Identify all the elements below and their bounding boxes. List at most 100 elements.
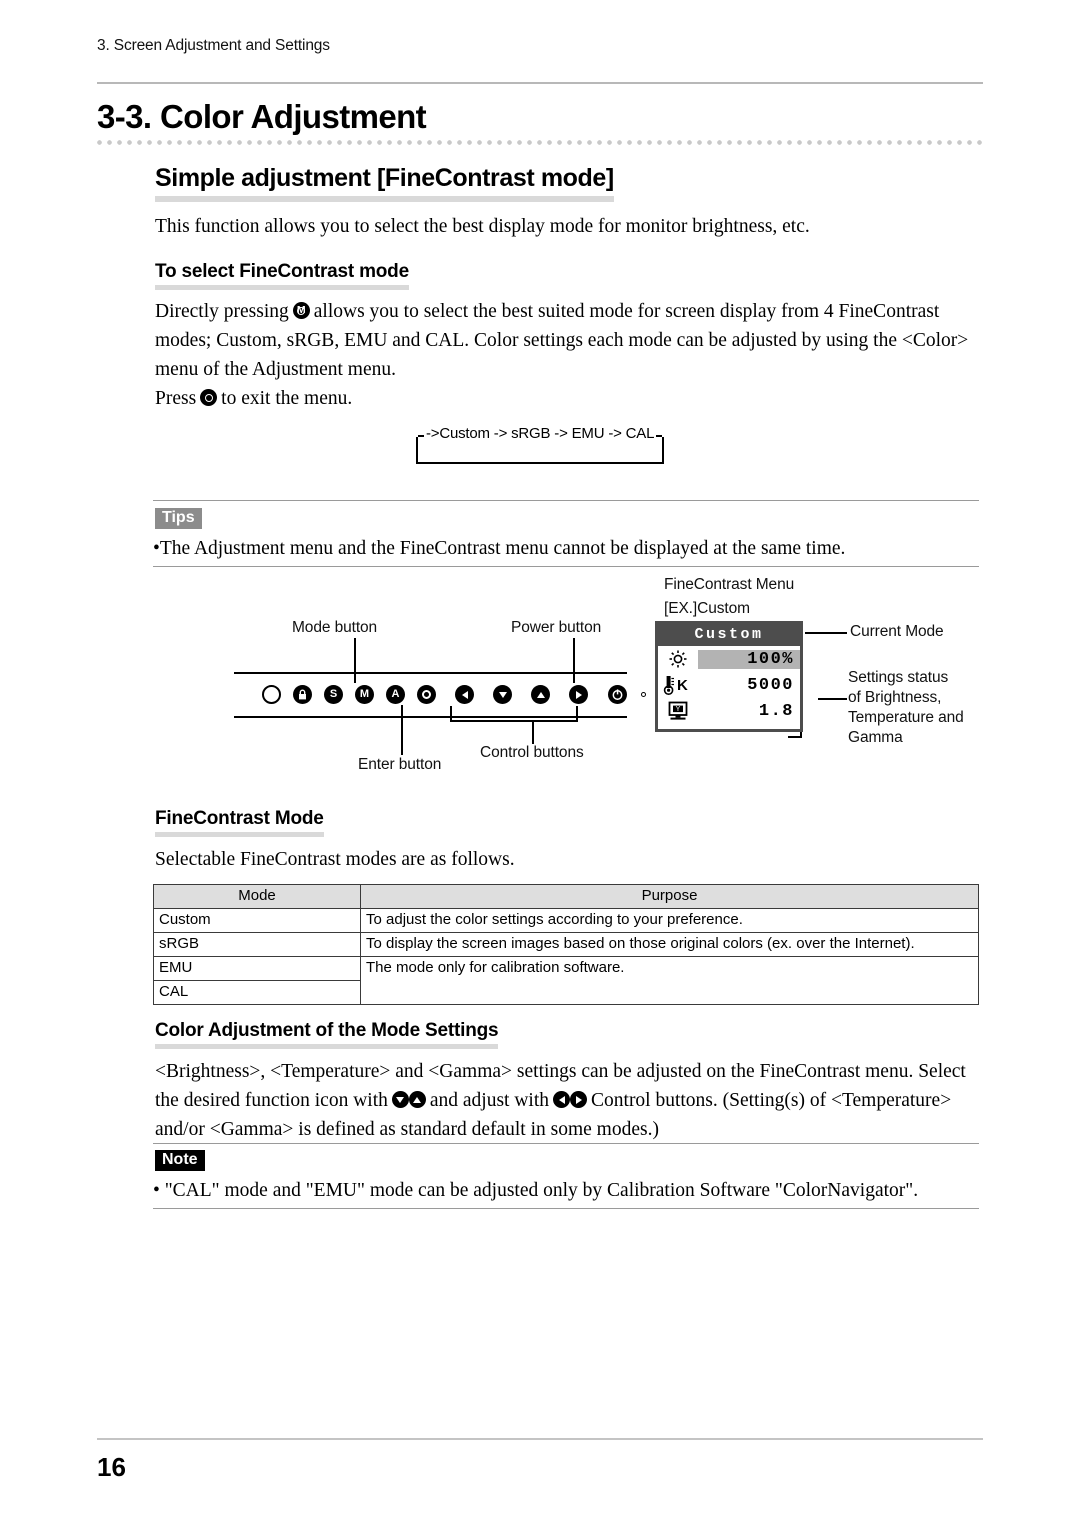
power-icon [612, 689, 623, 700]
left-arrow-icon [461, 690, 468, 699]
osd-settings-body: 100% K 5000 Y 1.8 [658, 646, 800, 729]
color-adjust-line-3: and/or <Gamma> is defined as standard de… [155, 1119, 659, 1140]
finecontrast-osd-menu: Custom 100% K 5000 Y 1.8 [655, 621, 803, 732]
power-led-indicator [641, 692, 646, 697]
section-intro-text: This function allows you to select the b… [155, 216, 810, 237]
osd-row-gamma: Y 1.8 [658, 698, 800, 724]
finecontrast-menu-label: FineContrast Menu [664, 576, 795, 593]
table-header-purpose: Purpose [360, 884, 979, 909]
color-adjust-line-2: the desired function icon with and adjust… [155, 1086, 987, 1115]
settings-status-line-2: of Brightness, [848, 689, 942, 706]
mode-cycle-loop-diagram: ->Custom -> sRGB -> EMU -> CAL [416, 425, 664, 464]
page-number: 16 [97, 1452, 126, 1482]
osd-row-brightness: 100% [658, 646, 800, 672]
settings-status-bracket-top [788, 660, 802, 662]
osd-temperature-value: 5000 [747, 675, 794, 695]
section-heading: Simple adjustment [FineContrast mode] [155, 164, 614, 202]
settings-status-leader-line [818, 698, 847, 700]
gamma-icon: Y [658, 700, 698, 722]
enter-button-leader-line [401, 705, 403, 755]
page-title: 3-3. Color Adjustment [97, 98, 427, 135]
select-mode-paragraph: Directly pressing Mallows you to select t… [155, 297, 985, 413]
note-badge: Note [155, 1150, 205, 1171]
running-header: 3. Screen Adjustment and Settings [97, 37, 330, 54]
footer-divider [97, 1438, 983, 1440]
color-adjust-line2-b: and adjust with [429, 1090, 550, 1111]
subheading-finecontrast-mode: FineContrast Mode [155, 808, 324, 837]
press-suffix: to exit the menu. [221, 388, 353, 409]
bezel-top-edge [234, 672, 627, 674]
power-button-leader-line [573, 638, 575, 683]
select-mode-line2: modes; Custom, sRGB, EMU and CAL. Color … [155, 330, 969, 351]
up-button[interactable] [531, 685, 550, 704]
right-button[interactable] [569, 685, 588, 704]
example-custom-label: [EX.]Custom [664, 600, 750, 617]
table-row: sRGB To display the screen images based … [153, 932, 979, 957]
osd-row-temperature: K 5000 [658, 672, 800, 698]
control-buttons-brace [450, 706, 578, 722]
mode-button-label: Mode button [292, 619, 378, 636]
subheading-select-finecontrast: To select FineContrast mode [155, 261, 409, 290]
osd-temperature-unit: K [677, 676, 688, 694]
tips-top-rule [153, 500, 979, 501]
document-page: 3. Screen Adjustment and Settings 3-3. C… [0, 0, 1080, 1527]
select-mode-line1-suffix: allows you to select the best suited mod… [313, 301, 940, 322]
finecontrast-mode-table: Mode Purpose Custom To adjust the color … [153, 884, 979, 1005]
header-divider [97, 82, 983, 84]
press-prefix: Press [155, 388, 197, 409]
enter-button[interactable] [417, 685, 436, 704]
signal-button[interactable]: S [324, 685, 343, 704]
power-button-label: Power button [511, 619, 602, 636]
down-button[interactable] [493, 685, 512, 704]
title-dotted-divider [97, 140, 983, 145]
left-button[interactable] [455, 685, 474, 704]
temperature-icon: K [658, 674, 702, 696]
mode-button-inline-icon: M [292, 302, 310, 319]
enter-button-inline-icon [200, 389, 218, 406]
left-button-inline-icon [553, 1091, 571, 1108]
tips-badge: Tips [155, 508, 202, 529]
osd-current-mode: Custom [694, 626, 764, 643]
table-cell-mode: EMU [153, 956, 361, 981]
table-row: EMU The mode only for calibration softwa… [153, 956, 979, 1005]
color-adjust-line2-c: Control buttons. (Setting(s) of <Tempera… [591, 1090, 952, 1111]
power-button[interactable] [608, 685, 627, 704]
mode-cycle-label: ->Custom -> sRGB -> EMU -> CAL [424, 425, 657, 442]
tips-bullet-text: •The Adjustment menu and the FineContras… [153, 538, 846, 559]
up-button-inline-icon [408, 1091, 426, 1108]
table-cell-mode: Custom [153, 908, 361, 933]
mode-button[interactable]: M [355, 685, 374, 704]
up-arrow-icon [536, 691, 545, 698]
down-arrow-icon [498, 691, 507, 698]
settings-status-line-3: Temperature and [848, 709, 964, 726]
lock-button[interactable] [293, 685, 312, 704]
enter-button-label: Enter button [358, 756, 442, 773]
select-mode-line4: Press to exit the menu. [155, 384, 985, 413]
table-cell-mode: sRGB [153, 932, 361, 957]
note-bullet-text: • "CAL" mode and "EMU" mode can be adjus… [153, 1180, 919, 1201]
note-bottom-rule [153, 1208, 979, 1209]
select-mode-line3: menu of the Adjustment menu. [155, 359, 397, 380]
svg-text:Y: Y [676, 706, 681, 713]
indicator-hollow-icon [262, 685, 281, 704]
auto-button[interactable]: A [386, 685, 405, 704]
table-cell-purpose-merged: The mode only for calibration software. [360, 956, 979, 1005]
bezel-bottom-edge [234, 716, 627, 718]
table-header-row: Mode Purpose [153, 884, 979, 909]
osd-brightness-value: 100% [698, 649, 800, 669]
note-top-rule [153, 1143, 979, 1144]
settings-status-bracket-bottom [788, 736, 802, 738]
table-header-mode: Mode [153, 884, 361, 909]
tips-bottom-rule [153, 566, 979, 567]
table-row: Custom To adjust the color settings acco… [153, 908, 979, 933]
right-arrow-icon [575, 690, 582, 699]
control-buttons-leader-line [532, 722, 534, 744]
current-mode-label: Current Mode [850, 623, 944, 640]
osd-gamma-value: 1.8 [758, 701, 794, 721]
table-cell-mode: CAL [153, 980, 361, 1005]
mode-button-leader-line [354, 638, 356, 683]
down-button-inline-icon [391, 1091, 409, 1108]
brightness-icon [658, 648, 698, 670]
finecontrast-mode-intro: Selectable FineContrast modes are as fol… [155, 849, 515, 870]
table-cell-purpose: To adjust the color settings according t… [360, 908, 979, 933]
